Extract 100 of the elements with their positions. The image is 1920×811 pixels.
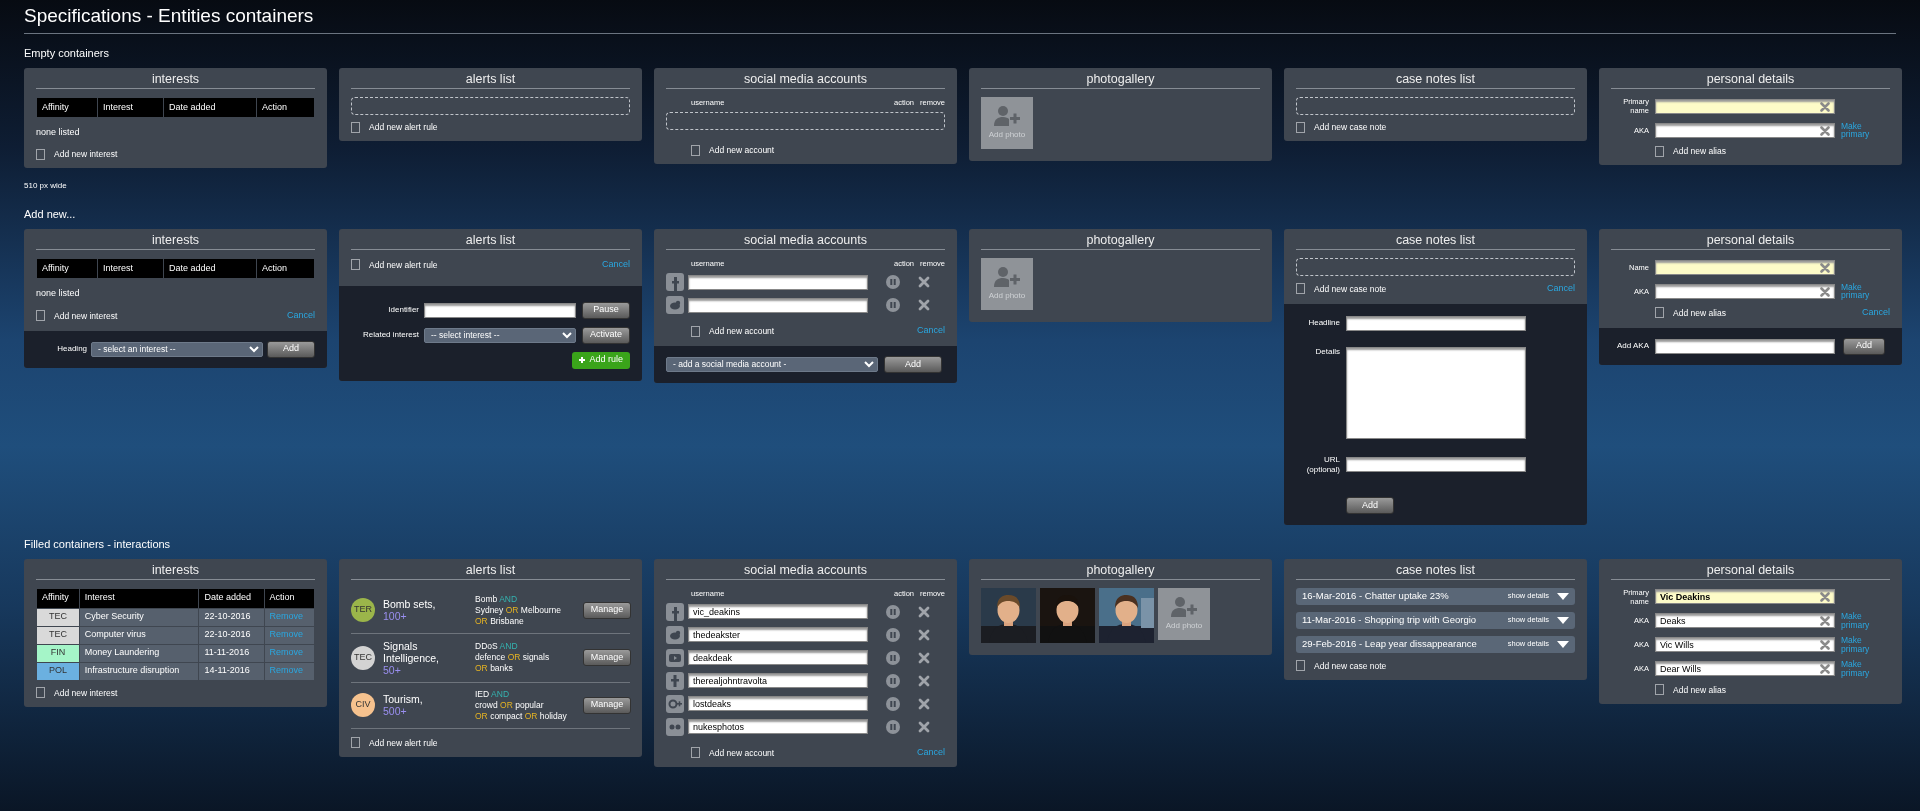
cancel-link[interactable]: Cancel [1547, 282, 1575, 296]
add-new-button[interactable]: Add new alias [1655, 306, 1726, 319]
clear-icon[interactable] [1820, 125, 1830, 136]
clear-icon[interactable] [1820, 262, 1830, 273]
text-area[interactable] [1346, 346, 1526, 439]
input-field[interactable] [688, 274, 868, 290]
make-primary-link[interactable]: Make primary [1841, 660, 1871, 677]
input-field[interactable]: Vic Wills [1655, 637, 1835, 652]
clear-icon[interactable] [1820, 640, 1830, 650]
card-title: interests [36, 68, 315, 89]
pause-icon[interactable] [886, 696, 900, 711]
remove-icon[interactable] [918, 628, 930, 641]
add-new-button[interactable]: Add new interest [36, 686, 118, 699]
make-primary-link[interactable]: Make primary [1841, 282, 1871, 300]
column-header: Affinity [37, 98, 97, 117]
remove-icon[interactable] [918, 276, 930, 289]
action-button[interactable]: Pause [582, 301, 630, 319]
add-new-button[interactable]: Add new case note [1296, 659, 1387, 672]
add-person-icon [1170, 595, 1198, 618]
action-button[interactable]: Activate [582, 326, 630, 344]
input-field[interactable] [1655, 122, 1835, 138]
action-button[interactable]: Manage [583, 649, 631, 666]
add-rule-button[interactable]: Add rule [572, 351, 630, 369]
checkbox-icon [351, 121, 360, 133]
input-field[interactable] [1655, 98, 1835, 114]
input-field[interactable]: lostdeaks [688, 696, 868, 712]
add-new-button[interactable]: Add new interest [36, 148, 118, 160]
pause-icon[interactable] [886, 627, 900, 642]
add-new-button[interactable]: Add new account [691, 746, 775, 759]
input-field[interactable] [688, 297, 868, 313]
rule-name: Signals Intelligence, [383, 639, 440, 664]
rule-name: Bomb sets, [383, 598, 436, 610]
action-button[interactable]: Add [884, 355, 942, 373]
rule-count: 50+ [383, 663, 401, 676]
input-field[interactable]: Dear Wills [1655, 661, 1835, 676]
input-field[interactable] [424, 302, 576, 318]
action-button[interactable]: Add [1843, 337, 1885, 355]
checkbox-icon [351, 737, 360, 748]
card-title: case notes list [1296, 68, 1575, 89]
cancel-link[interactable]: Cancel [917, 745, 945, 760]
input-field[interactable]: deakdeak [688, 650, 868, 666]
add-new-button[interactable]: Add new account [691, 144, 775, 157]
pause-icon[interactable] [886, 719, 900, 734]
cancel-link[interactable]: Cancel [287, 309, 315, 323]
clear-icon[interactable] [1820, 616, 1830, 626]
input-field[interactable]: nukesphotos [688, 719, 868, 735]
clear-icon[interactable] [1820, 592, 1830, 602]
action-button[interactable]: Manage [583, 601, 631, 619]
add-new-button[interactable]: Add new alert rule [351, 121, 438, 133]
social-network-icon [666, 648, 684, 667]
input-field[interactable] [1655, 259, 1835, 275]
input-field[interactable]: therealjohntravolta [688, 673, 868, 689]
checkbox-icon [1296, 660, 1305, 671]
input-field[interactable]: Vic Deakins [1655, 589, 1835, 604]
pause-icon[interactable] [886, 604, 900, 619]
dropdown[interactable]: - select an interest -- [91, 341, 263, 357]
remove-icon[interactable] [918, 674, 930, 687]
add-new-button[interactable]: Add new alias [1655, 683, 1726, 696]
remove-icon[interactable] [918, 605, 930, 618]
action-button[interactable]: Add [267, 340, 315, 358]
clear-icon[interactable] [1820, 286, 1830, 297]
add-new-button[interactable]: Add new interest [36, 309, 118, 322]
remove-icon[interactable] [918, 299, 930, 312]
cancel-link[interactable]: Cancel [602, 258, 630, 272]
clear-icon[interactable] [1820, 664, 1830, 674]
add-new-button[interactable]: Add new alert rule [351, 736, 438, 749]
add-new-button[interactable]: Add new alert rule [351, 258, 438, 271]
input-field[interactable]: vic_deakins [688, 604, 868, 620]
remove-icon[interactable] [918, 720, 930, 733]
add-new-button[interactable]: Add new alias [1655, 145, 1726, 157]
dropdown[interactable]: -- select interest -- [424, 327, 576, 343]
make-primary-link[interactable]: Make primary [1841, 121, 1871, 139]
dropdown[interactable]: - add a social media account - [666, 356, 878, 372]
input-field[interactable]: Deaks [1655, 613, 1835, 628]
card-title: interests [36, 229, 315, 250]
input-field[interactable] [1346, 315, 1526, 331]
card-title: alerts list [351, 68, 630, 89]
add-new-button[interactable]: Add new account [691, 325, 775, 337]
cancel-link[interactable]: Cancel [1862, 306, 1890, 320]
clear-icon[interactable] [1820, 101, 1830, 112]
add-new-button[interactable]: Add new case note [1296, 282, 1387, 295]
pause-icon[interactable] [886, 275, 900, 290]
cancel-link[interactable]: Cancel [917, 324, 945, 338]
make-primary-link[interactable]: Make primary [1841, 612, 1871, 629]
input-field[interactable]: thedeakster [688, 627, 868, 643]
action-button[interactable]: Add [1346, 496, 1394, 514]
remove-icon[interactable] [918, 651, 930, 664]
column-header: Interest [79, 588, 199, 608]
input-field[interactable] [1655, 283, 1835, 299]
card-title: alerts list [351, 558, 630, 580]
input-field[interactable] [1346, 457, 1526, 472]
pause-icon[interactable] [886, 650, 900, 665]
card-title: case notes list [1296, 229, 1575, 250]
pause-icon[interactable] [886, 298, 900, 313]
remove-icon[interactable] [918, 697, 930, 710]
add-new-button[interactable]: Add new case note [1296, 121, 1387, 133]
action-button[interactable]: Manage [583, 696, 631, 714]
input-field[interactable] [1655, 338, 1835, 354]
pause-icon[interactable] [886, 673, 900, 688]
make-primary-link[interactable]: Make primary [1841, 636, 1871, 653]
